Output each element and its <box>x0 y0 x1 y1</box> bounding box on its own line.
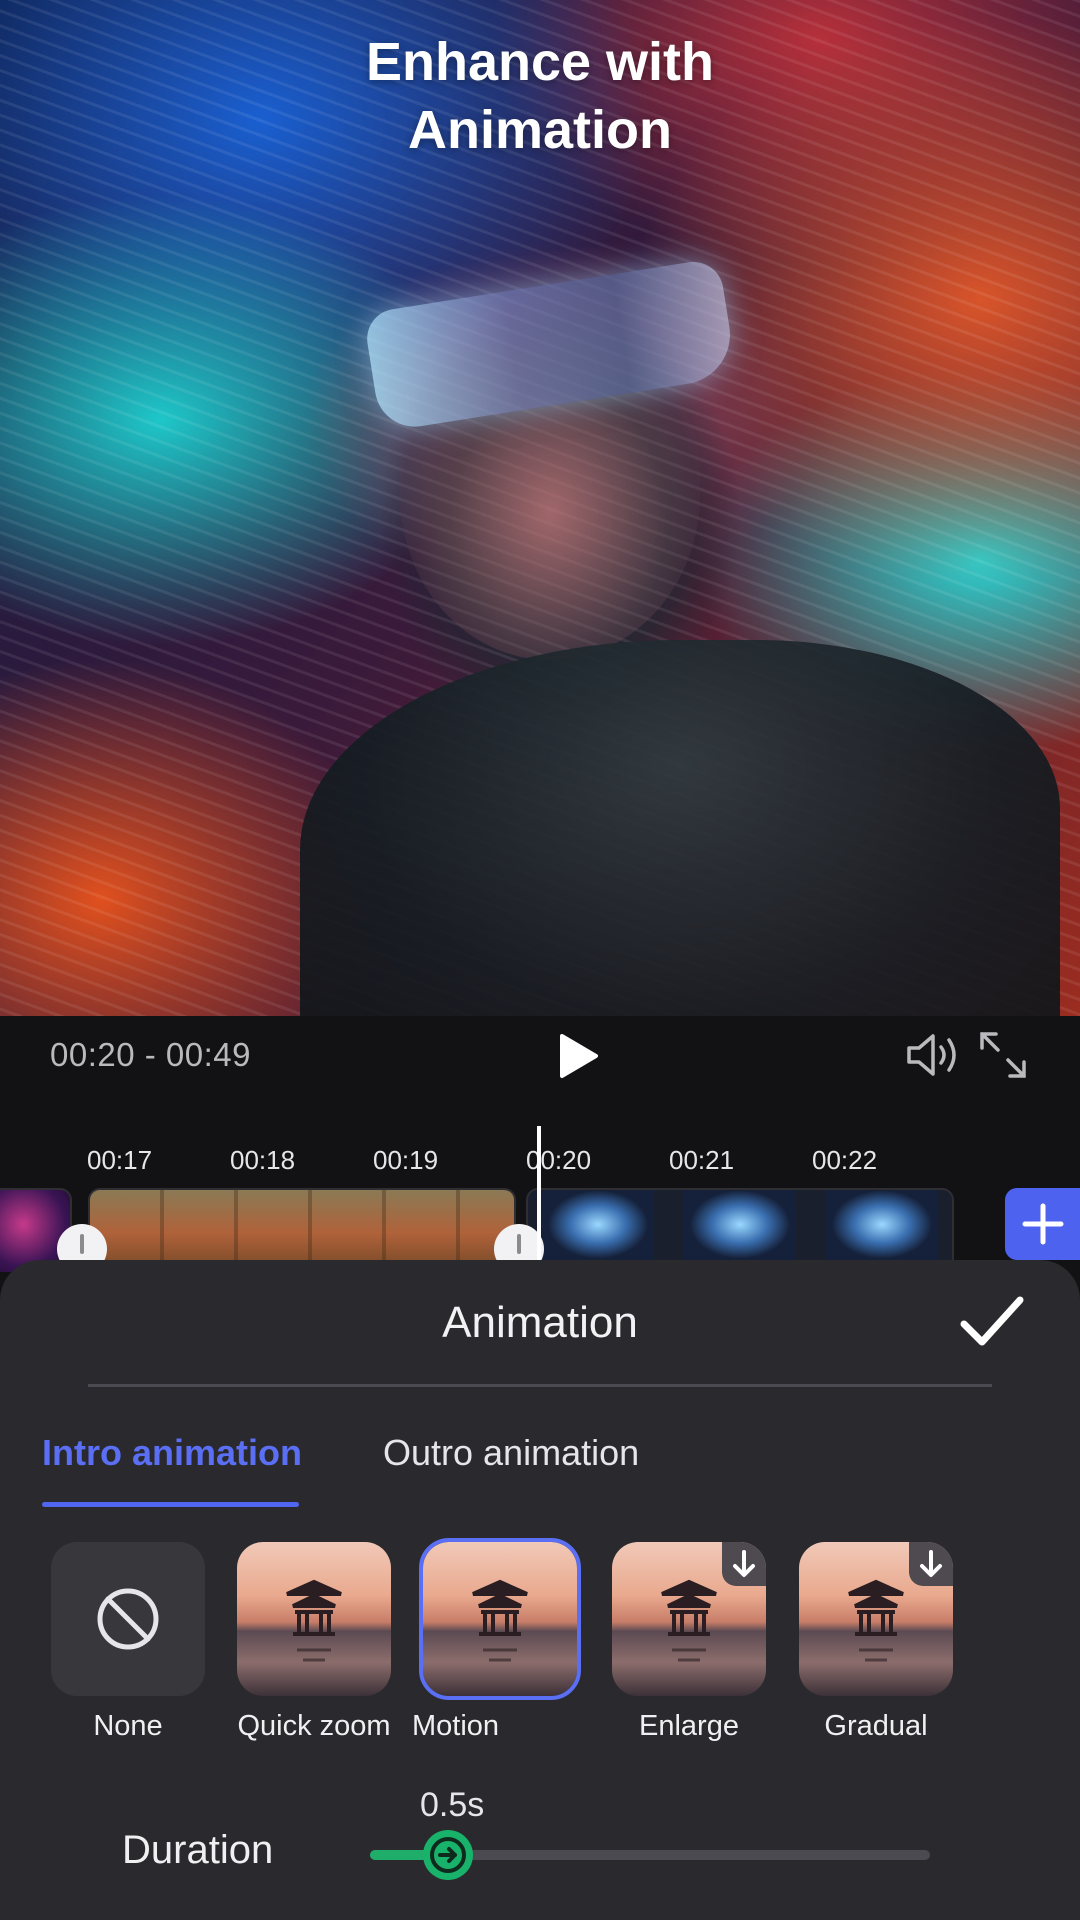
promo-headline: Enhance with Animation <box>0 28 1080 164</box>
playhead[interactable] <box>537 1126 541 1272</box>
option-thumbnail <box>799 1542 953 1696</box>
download-badge <box>722 1542 766 1586</box>
play-icon <box>560 1034 598 1078</box>
active-tab-indicator <box>42 1502 299 1507</box>
volume-icon <box>907 1034 956 1076</box>
no-entry-icon <box>97 1588 159 1650</box>
option-label: Enlarge <box>639 1710 739 1742</box>
fullscreen-button[interactable] <box>978 1030 1028 1080</box>
timeline-tick: 00:22 <box>812 1145 878 1175</box>
duration-slider-knob[interactable] <box>423 1830 474 1880</box>
timeline-tick: 00:20 <box>526 1145 592 1175</box>
animation-option-quick-zoom[interactable]: Quick zoom <box>234 1542 394 1743</box>
timeline-tick: 00:17 <box>87 1145 153 1175</box>
sheet-title: Animation <box>442 1298 638 1347</box>
option-label: Motion <box>412 1710 500 1742</box>
animation-option-enlarge[interactable]: Enlarge <box>609 1542 769 1743</box>
pagoda-icon <box>286 1579 342 1662</box>
tab-outro-animation[interactable]: Outro animation <box>383 1432 639 1474</box>
headline-line-2: Animation <box>408 100 672 160</box>
animation-option-none[interactable]: None <box>48 1542 208 1743</box>
play-button[interactable] <box>556 1032 600 1080</box>
plus-icon <box>1022 1203 1064 1245</box>
download-icon <box>920 1550 942 1577</box>
animation-option-motion[interactable]: Motion <box>412 1538 581 1743</box>
option-thumbnail-selected <box>419 1538 581 1700</box>
option-thumbnail <box>612 1542 766 1696</box>
add-clip-button[interactable] <box>1005 1188 1080 1260</box>
confirm-button[interactable] <box>958 1292 1026 1352</box>
option-label: None <box>93 1710 163 1742</box>
timecode: 00:20 - 00:49 <box>50 1036 251 1073</box>
duration-label: Duration <box>122 1828 274 1872</box>
animation-option-gradual[interactable]: Gradual <box>796 1542 956 1743</box>
checkmark-icon <box>960 1296 1024 1346</box>
arrow-right-icon <box>430 1837 467 1873</box>
download-icon <box>733 1550 755 1577</box>
download-badge <box>909 1542 953 1586</box>
animation-sheet: Animation Intro animation Outro animatio… <box>0 1260 1080 1920</box>
timeline[interactable]: 00:17 00:18 00:19 00:20 00:21 00:22 <box>0 1092 1080 1272</box>
option-thumbnail <box>237 1542 391 1696</box>
fullscreen-icon <box>980 1032 1026 1078</box>
option-thumbnail <box>51 1542 205 1696</box>
timeline-tick: 00:21 <box>669 1145 735 1175</box>
sheet-divider <box>88 1384 992 1387</box>
video-preview[interactable]: Enhance with Animation <box>0 0 1080 1016</box>
tab-intro-animation[interactable]: Intro animation <box>42 1432 302 1474</box>
pagoda-icon <box>472 1579 528 1662</box>
option-label: Gradual <box>824 1710 928 1742</box>
option-label: Quick zoom <box>237 1710 391 1742</box>
timeline-tick: 00:18 <box>230 1145 296 1175</box>
timeline-tick: 00:19 <box>373 1145 439 1175</box>
playback-bar: 00:20 - 00:49 <box>0 1016 1080 1092</box>
duration-value: 0.5s <box>420 1786 485 1824</box>
headline-line-1: Enhance with <box>365 32 715 92</box>
volume-button[interactable] <box>905 1030 963 1080</box>
